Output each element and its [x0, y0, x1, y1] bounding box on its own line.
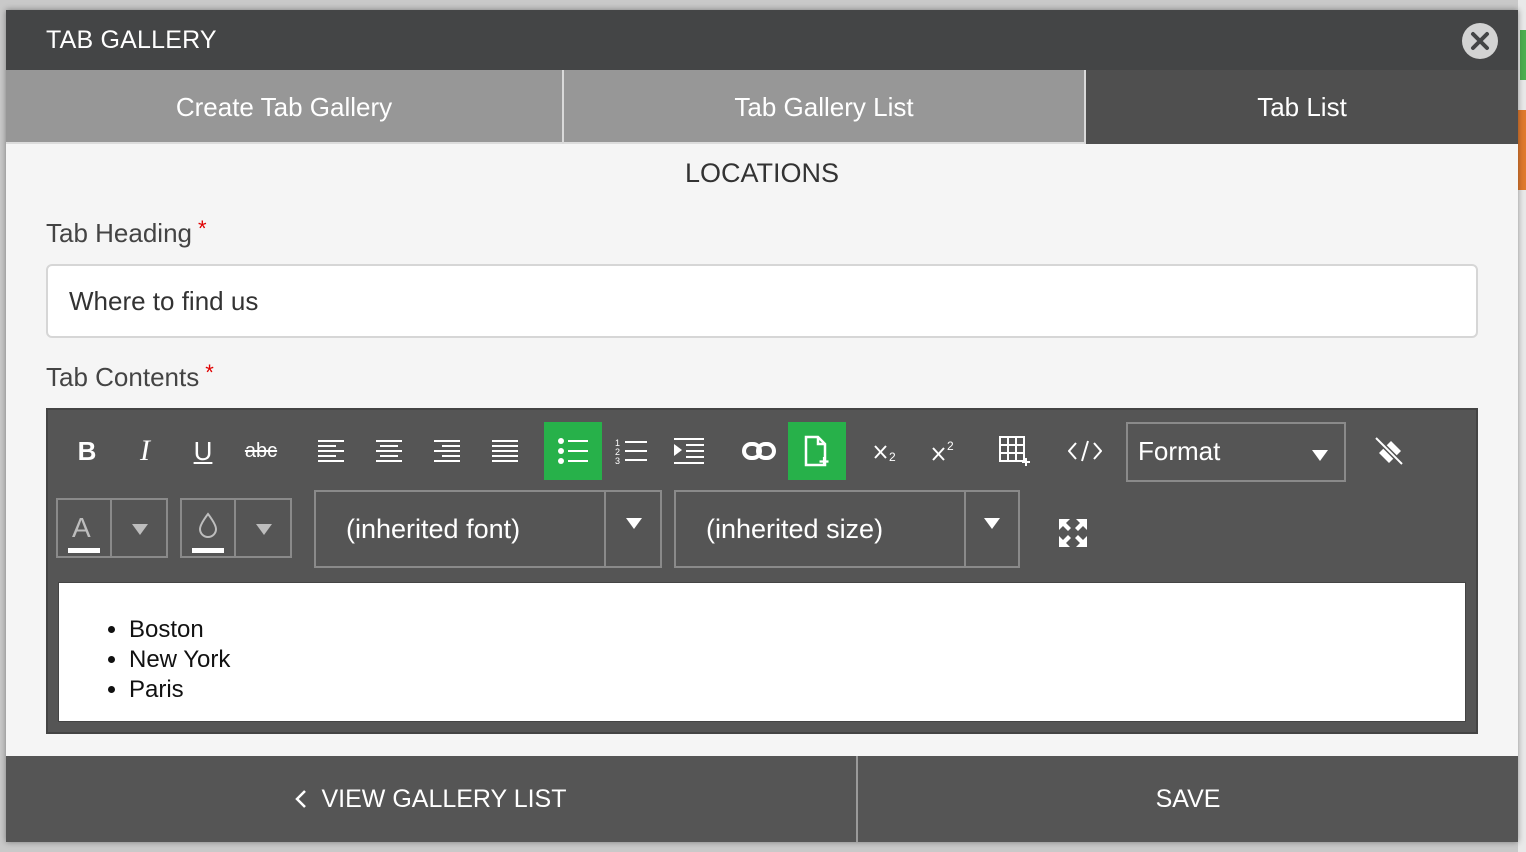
chevron-down-icon [984, 518, 1000, 529]
superscript-icon: 2 [932, 440, 954, 461]
bullet-list-button[interactable] [544, 422, 602, 480]
code-icon [1068, 440, 1102, 462]
tab-gallery-modal: TAB GALLERY Create Tab Gallery Tab Galle… [6, 10, 1518, 842]
clear-formatting-button[interactable] [1360, 422, 1418, 480]
tab-contents-label: Tab Contents * [46, 360, 214, 393]
align-justify-icon [492, 440, 518, 462]
required-marker: * [198, 216, 207, 241]
svg-text:2: 2 [947, 440, 954, 453]
close-button[interactable] [1462, 23, 1498, 59]
tab-tab-list[interactable]: Tab List [1086, 70, 1518, 144]
indent-button[interactable] [660, 422, 718, 480]
tab-contents-label-text: Tab Contents [46, 362, 200, 392]
subscript-icon: 2 [874, 445, 896, 462]
tab-tab-gallery-list[interactable]: Tab Gallery List [564, 70, 1084, 144]
background-color-button[interactable] [180, 498, 292, 558]
tab-bar: Create Tab Gallery Tab Gallery List Tab … [6, 70, 1518, 144]
align-left-button[interactable] [302, 422, 360, 480]
fullscreen-button[interactable] [1044, 504, 1102, 562]
table-icon [999, 436, 1030, 466]
text-color-letter: A [72, 512, 91, 543]
list-item: Paris [129, 675, 230, 705]
bold-button[interactable]: B [58, 422, 116, 480]
modal-footer: VIEW GALLERY LIST SAVE [6, 756, 1518, 842]
chevron-down-icon [626, 518, 642, 529]
eraser-icon [1374, 436, 1404, 466]
superscript-button[interactable]: 2 [916, 422, 974, 480]
backdrop-accent-orange [1518, 110, 1526, 190]
divider [234, 500, 236, 556]
format-select-label: Format [1138, 436, 1221, 466]
close-icon [1471, 32, 1489, 50]
list-item: New York [129, 645, 230, 675]
divider [604, 492, 606, 566]
align-justify-button[interactable] [476, 422, 534, 480]
font-size-label: (inherited size) [706, 514, 884, 544]
align-center-icon [376, 440, 402, 462]
backdrop-accent-green [1520, 30, 1526, 80]
view-gallery-list-label: VIEW GALLERY LIST [321, 785, 567, 813]
numbered-list-icon: 1 2 3 [615, 438, 647, 465]
editor-content-area[interactable]: Boston New York Paris [58, 582, 1466, 722]
chevron-down-icon [132, 524, 148, 535]
chevron-down-icon [256, 524, 272, 535]
tab-heading-label-text: Tab Heading [46, 218, 192, 248]
list-item: Boston [129, 615, 230, 645]
align-left-icon [318, 440, 344, 462]
align-right-icon [434, 440, 460, 462]
tab-create-tab-gallery[interactable]: Create Tab Gallery [6, 70, 562, 144]
indent-icon [674, 438, 704, 464]
save-button[interactable]: SAVE [858, 756, 1518, 842]
section-title: LOCATIONS [684, 158, 840, 188]
content-bullet-list: Boston New York Paris [129, 615, 230, 705]
font-family-label: (inherited font) [346, 514, 521, 544]
chevron-left-icon [295, 790, 307, 808]
strikethrough-button[interactable]: abc [232, 422, 290, 480]
required-marker: * [205, 360, 214, 385]
source-code-button[interactable] [1056, 422, 1114, 480]
link-button[interactable] [730, 422, 788, 480]
numbered-list-button[interactable]: 1 2 3 [602, 422, 660, 480]
text-color-swatch [68, 548, 100, 553]
insert-file-button[interactable] [788, 422, 846, 480]
align-center-button[interactable] [360, 422, 418, 480]
font-size-select[interactable]: (inherited size) [674, 490, 1020, 568]
modal-titlebar: TAB GALLERY [6, 10, 1518, 70]
text-color-button[interactable]: A [56, 498, 168, 558]
format-select[interactable]: Format [1126, 422, 1346, 482]
svg-text:3: 3 [615, 456, 620, 465]
rich-text-editor: B I U abc 1 2 3 2 2 Format A (inherited … [46, 408, 1478, 734]
tab-heading-label: Tab Heading * [46, 216, 207, 249]
tab-heading-input[interactable] [46, 264, 1478, 338]
align-right-button[interactable] [418, 422, 476, 480]
background-color-swatch [192, 548, 224, 553]
divider [110, 500, 112, 556]
divider [964, 492, 966, 566]
link-icon [742, 442, 776, 460]
underline-button[interactable]: U [174, 422, 232, 480]
file-add-icon [804, 435, 829, 467]
chevron-down-icon [1312, 450, 1328, 461]
bullet-list-icon [558, 438, 588, 464]
backdrop-page-edge [1518, 0, 1526, 852]
subscript-button[interactable]: 2 [858, 422, 916, 480]
view-gallery-list-button[interactable]: VIEW GALLERY LIST [6, 756, 856, 842]
droplet-icon [198, 512, 218, 538]
insert-table-button[interactable] [986, 422, 1044, 480]
modal-title: TAB GALLERY [46, 26, 217, 54]
font-family-select[interactable]: (inherited font) [314, 490, 662, 568]
svg-text:2: 2 [889, 450, 896, 462]
expand-icon [1059, 519, 1087, 547]
italic-button[interactable]: I [116, 422, 174, 480]
